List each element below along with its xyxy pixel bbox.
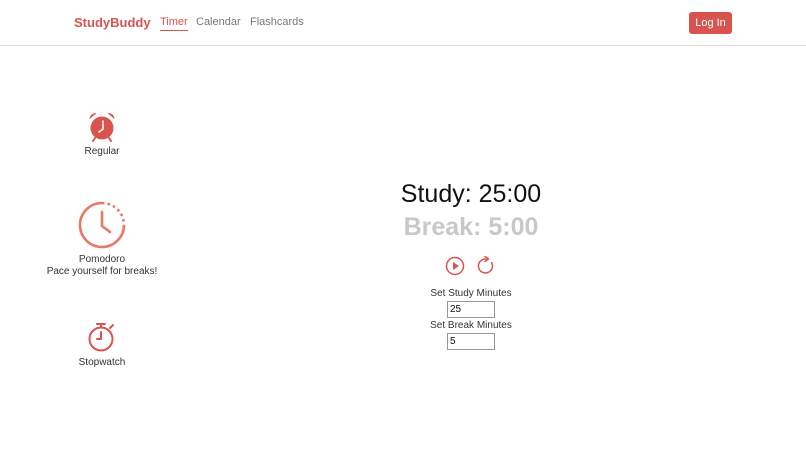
mode-stopwatch-label: Stopwatch bbox=[78, 357, 126, 368]
play-icon[interactable] bbox=[445, 256, 465, 276]
mode-pomodoro-label: Pomodoro bbox=[78, 254, 126, 265]
nav-link-flashcards[interactable]: Flashcards bbox=[250, 16, 304, 28]
mode-pomodoro-subtitle: Pace yourself for breaks! bbox=[46, 266, 158, 277]
reset-icon[interactable] bbox=[476, 256, 496, 276]
timer-controls bbox=[445, 256, 497, 276]
study-timer-display: Study: 25:00 bbox=[400, 180, 542, 208]
navbar: StudyBuddy Timer Calendar Flashcards Log… bbox=[0, 0, 806, 46]
study-minutes-label: Set Study Minutes bbox=[430, 288, 512, 299]
brand-logo[interactable]: StudyBuddy bbox=[74, 15, 151, 30]
break-minutes-input[interactable] bbox=[447, 333, 495, 350]
break-timer-display: Break: 5:00 bbox=[403, 213, 539, 241]
mode-regular-label: Regular bbox=[84, 146, 120, 157]
mode-stopwatch[interactable]: Stopwatch bbox=[22, 321, 182, 369]
nav-link-timer[interactable]: Timer bbox=[160, 16, 188, 31]
nav-link-calendar[interactable]: Calendar bbox=[196, 16, 241, 28]
break-minutes-label: Set Break Minutes bbox=[430, 320, 512, 331]
dashed-clock-icon bbox=[78, 201, 126, 249]
alarm-clock-icon bbox=[89, 113, 115, 142]
study-minutes-input[interactable] bbox=[447, 301, 495, 318]
stopwatch-icon bbox=[88, 323, 114, 352]
mode-regular[interactable]: Regular bbox=[22, 110, 182, 158]
mode-pomodoro[interactable]: Pomodoro Pace yourself for breaks! bbox=[22, 200, 182, 278]
login-button[interactable]: Log In bbox=[689, 12, 732, 34]
